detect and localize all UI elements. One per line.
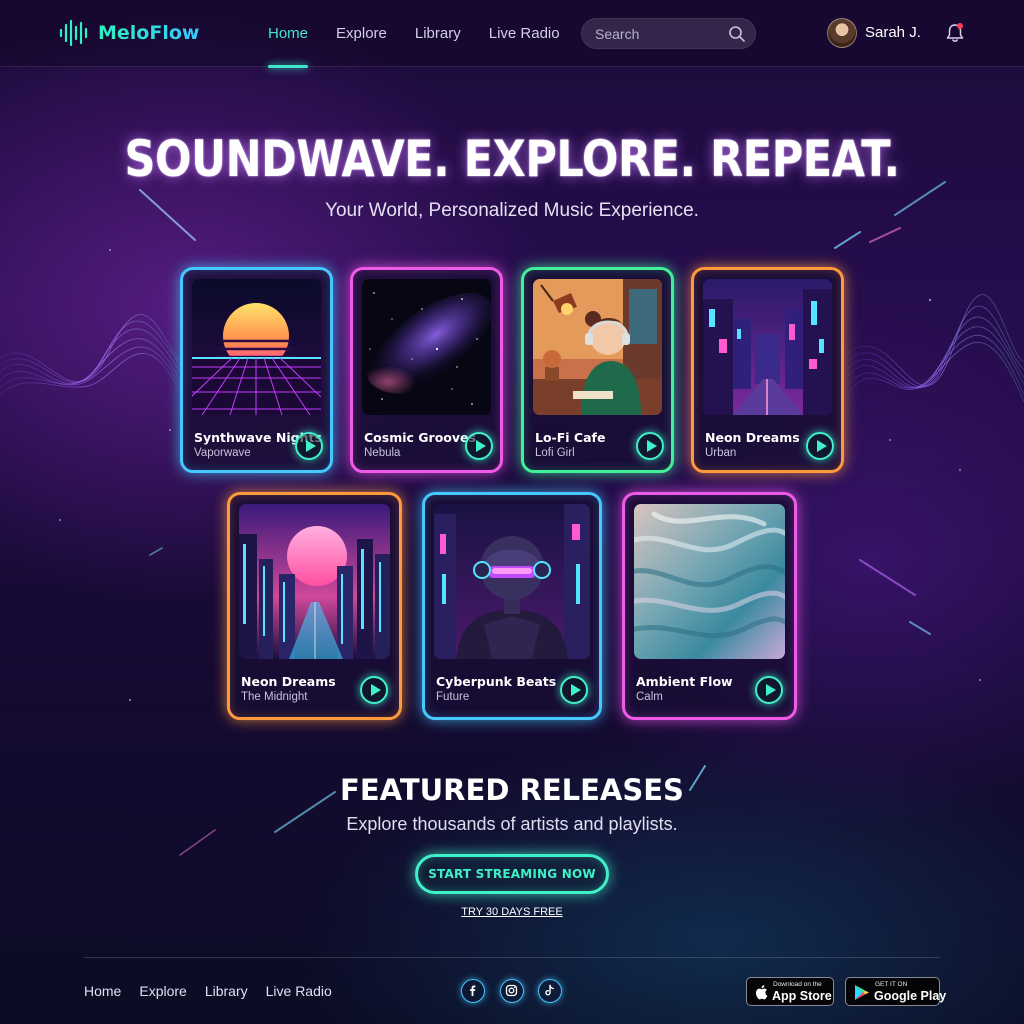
top-navbar: MeloFlow Home Explore Library Live Radio…: [0, 0, 1024, 68]
album-art-ambient: [634, 504, 785, 659]
card-subtitle: Future: [436, 691, 470, 703]
footer-nav: Home Explore Library Live Radio: [84, 983, 332, 999]
album-art-neon-skyline: [239, 504, 390, 659]
footer-link-explore[interactable]: Explore: [139, 983, 186, 999]
album-art-cyberpunk: [434, 504, 590, 659]
play-button[interactable]: [806, 432, 834, 460]
footer-link-library[interactable]: Library: [205, 983, 248, 999]
playlist-card-lofi-cafe[interactable]: Lo-Fi Cafe Lofi Girl: [521, 267, 674, 473]
footer-link-home[interactable]: Home: [84, 983, 121, 999]
search-bar: [581, 18, 756, 49]
app-store-badge[interactable]: Download on the App Store: [746, 977, 834, 1006]
album-art-neon-street: [703, 279, 832, 415]
google-play-label: Google Play: [874, 989, 947, 1003]
app-store-label: App Store: [772, 989, 832, 1003]
play-button[interactable]: [360, 676, 388, 704]
card-title: Lo-Fi Cafe: [535, 430, 606, 445]
nav-home[interactable]: Home: [268, 0, 309, 68]
brand-logo[interactable]: MeloFlow: [58, 18, 199, 48]
start-streaming-button[interactable]: START STREAMING NOW: [415, 854, 609, 894]
footer-link-live-radio[interactable]: Live Radio: [266, 983, 332, 999]
user-name[interactable]: Sarah J.: [865, 24, 921, 41]
album-art-cosmic: [362, 279, 491, 415]
card-subtitle: Lofi Girl: [535, 447, 575, 459]
footer-divider: [84, 957, 940, 958]
card-title: Neon Dreams: [241, 674, 336, 689]
soundwave-icon: [59, 19, 88, 47]
playlist-card-neon-dreams-midnight[interactable]: Neon Dreams The Midnight: [227, 492, 402, 720]
instagram-icon[interactable]: [500, 979, 524, 1003]
play-button[interactable]: [295, 432, 323, 460]
google-play-small-text: GET IT ON: [875, 981, 908, 988]
play-button[interactable]: [560, 676, 588, 704]
hero-subtitle: Your World, Personalized Music Experienc…: [325, 200, 699, 221]
facebook-icon[interactable]: [461, 979, 485, 1003]
playlist-card-cosmic-grooves[interactable]: Cosmic Grooves Nebula: [350, 267, 503, 473]
card-subtitle: Nebula: [364, 447, 401, 459]
play-button[interactable]: [755, 676, 783, 704]
playlist-card-neon-dreams-urban[interactable]: Neon Dreams Urban: [691, 267, 844, 473]
nav-live-radio[interactable]: Live Radio: [489, 0, 560, 67]
avatar[interactable]: [827, 18, 857, 48]
tiktok-icon[interactable]: [538, 979, 562, 1003]
apple-icon: [755, 985, 768, 1000]
notification-dot: [957, 23, 963, 29]
play-button[interactable]: [465, 432, 493, 460]
nav-explore[interactable]: Explore: [336, 0, 387, 67]
album-art-lofi: [533, 279, 662, 415]
play-button[interactable]: [636, 432, 664, 460]
google-play-icon: [855, 985, 869, 1000]
album-art-synthwave: [192, 279, 321, 415]
card-title: Neon Dreams: [705, 430, 800, 445]
main-nav: Home Explore Library Live Radio: [268, 0, 560, 68]
hero-title: SOUNDWAVE. EXPLORE. REPEAT.: [124, 130, 900, 188]
search-icon[interactable]: [728, 25, 746, 43]
nav-library[interactable]: Library: [415, 0, 461, 67]
card-title: Cyberpunk Beats: [436, 674, 557, 689]
google-play-badge[interactable]: GET IT ON Google Play: [845, 977, 946, 1006]
card-title: Cosmic Grooves: [364, 430, 476, 445]
free-trial-link[interactable]: TRY 30 DAYS FREE: [0, 906, 1024, 918]
playlist-card-cyberpunk-beats[interactable]: Cyberpunk Beats Future: [422, 492, 602, 720]
card-subtitle: Urban: [705, 447, 737, 459]
featured-title: FEATURED RELEASES: [340, 773, 684, 807]
card-subtitle: Vaporwave: [194, 447, 251, 459]
brand-name: MeloFlow: [98, 22, 200, 44]
app-store-small-text: Download on the: [773, 981, 822, 988]
card-subtitle: The Midnight: [241, 691, 308, 703]
playlist-card-ambient-flow[interactable]: Ambient Flow Calm: [622, 492, 797, 720]
card-subtitle: Calm: [636, 691, 663, 703]
featured-subtitle: Explore thousands of artists and playlis…: [346, 814, 678, 834]
search-input[interactable]: [582, 19, 722, 48]
playlist-card-synthwave-nights[interactable]: Synthwave Nights Vaporwave: [180, 267, 333, 473]
card-title: Ambient Flow: [636, 674, 733, 689]
